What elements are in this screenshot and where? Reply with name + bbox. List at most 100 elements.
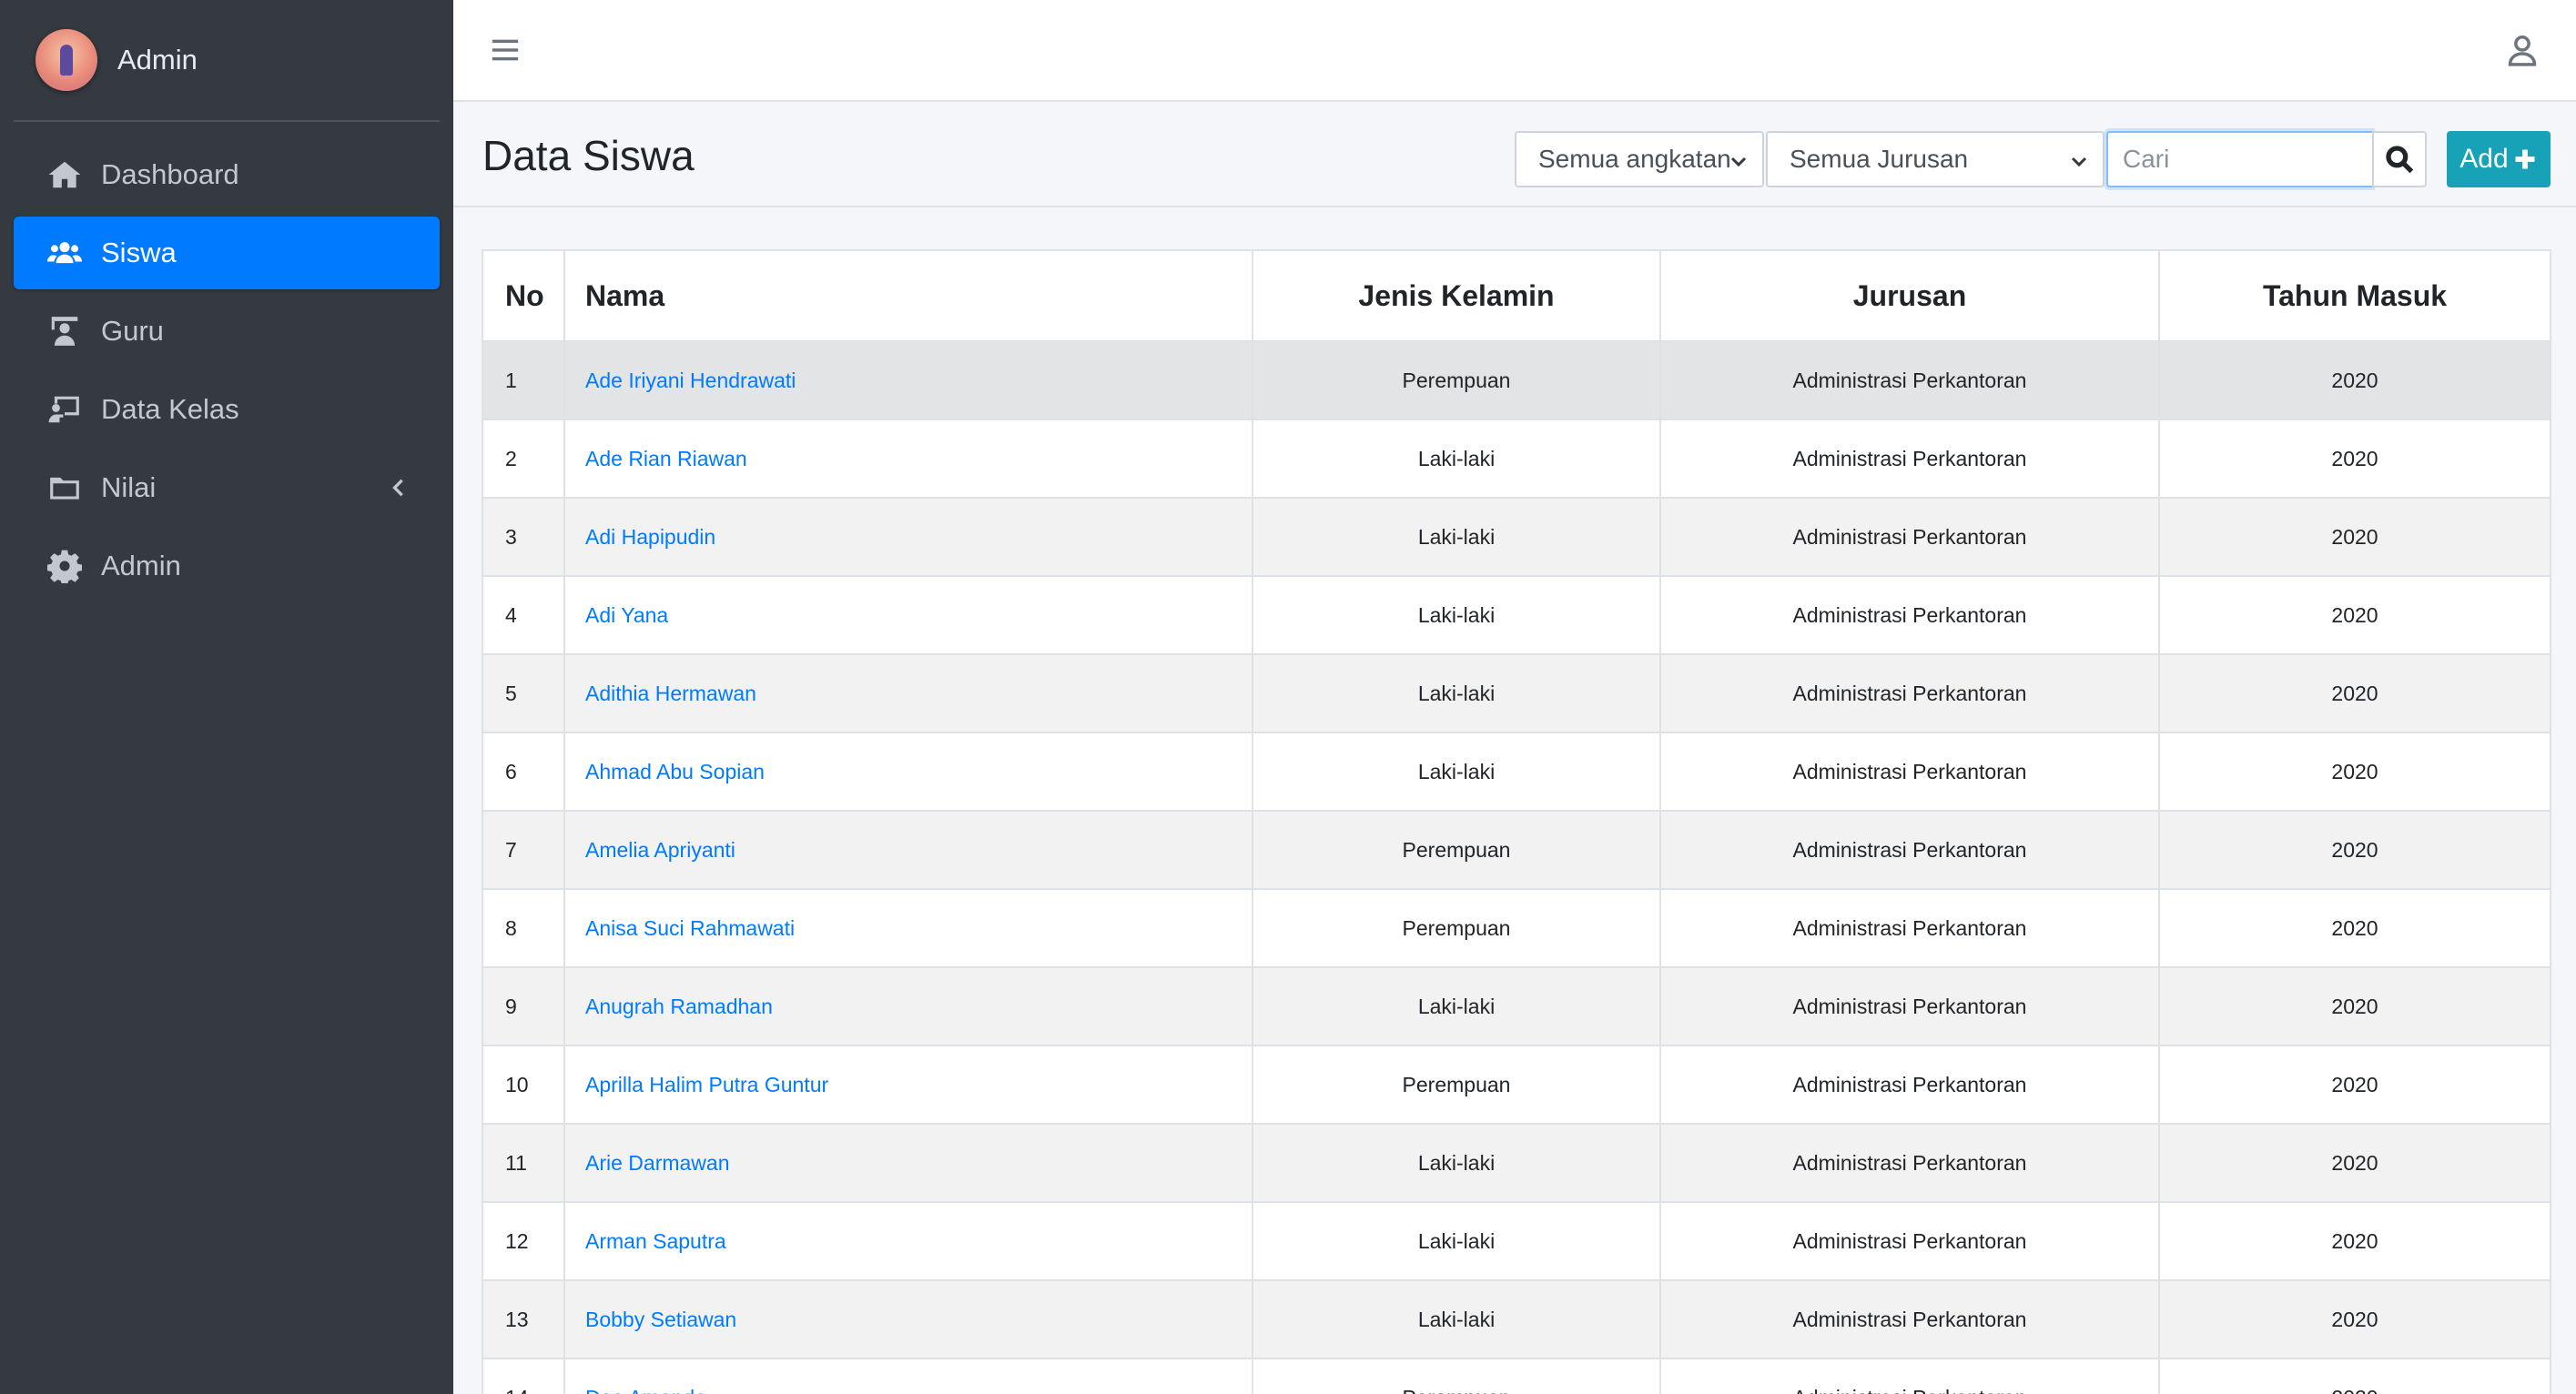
table-row[interactable]: 8 Anisa Suci Rahmawati Perempuan Administra… bbox=[482, 888, 2551, 968]
cell-jenis-kelamin: Laki-laki bbox=[1252, 575, 1661, 655]
cell-nama: Arie Darmawan bbox=[563, 1123, 1253, 1203]
student-name-link[interactable]: Aprilla Halim Putra Guntur bbox=[585, 1073, 828, 1096]
student-name-link[interactable]: Anugrah Ramadhan bbox=[585, 995, 773, 1018]
cell-jenis-kelamin: Laki-laki bbox=[1252, 1201, 1661, 1281]
filter-bar: Semua angkatan Semua Jurusan Add bbox=[1515, 131, 2551, 187]
students-table-container: No Nama Jenis Kelamin Jurusan Tahun Masu… bbox=[482, 249, 2551, 1394]
cell-jenis-kelamin: Perempuan bbox=[1252, 340, 1661, 420]
cell-jurusan: Administrasi Perkantoran bbox=[1659, 575, 2160, 655]
cell-jenis-kelamin: Laki-laki bbox=[1252, 966, 1661, 1046]
column-header-nama[interactable]: Nama bbox=[563, 249, 1253, 342]
student-name-link[interactable]: Anisa Suci Rahmawati bbox=[585, 916, 795, 940]
teacher-icon bbox=[46, 313, 83, 349]
sidebar-item-nilai[interactable]: Nilai bbox=[14, 451, 440, 524]
plus-icon bbox=[2512, 146, 2538, 172]
table-row[interactable]: 7 Amelia Apriyanti Perempuan Administrasi P… bbox=[482, 810, 2551, 890]
cell-jurusan: Administrasi Perkantoran bbox=[1659, 1123, 2160, 1203]
user-icon[interactable] bbox=[2505, 33, 2540, 67]
column-header-jurusan[interactable]: Jurusan bbox=[1659, 249, 2160, 342]
sidebar-item-label: Guru bbox=[101, 315, 164, 347]
cell-tahun-masuk: 2020 bbox=[2158, 888, 2551, 968]
sidebar-item-data-kelas[interactable]: Data Kelas bbox=[14, 373, 440, 446]
brand-name: Admin bbox=[117, 44, 198, 76]
jurusan-select[interactable]: Semua Jurusan bbox=[1766, 131, 2104, 187]
sidebar-item-dashboard[interactable]: Dashboard bbox=[14, 138, 440, 211]
table-row[interactable]: 14 Dea Amanda PerempuanAdministrasi Perkan… bbox=[482, 1358, 2551, 1394]
table-row[interactable]: 4 Adi Yana Laki-laki Administrasi Perkantor… bbox=[482, 575, 2551, 655]
column-header-no[interactable]: No bbox=[482, 249, 565, 342]
sidebar-item-label: Nilai bbox=[101, 471, 157, 503]
cell-no: 10 bbox=[482, 1045, 565, 1125]
cell-nama: Arman Saputra bbox=[563, 1201, 1253, 1281]
sidebar-item-label: Data Kelas bbox=[101, 393, 239, 425]
sidebar-item-admin[interactable]: Admin bbox=[14, 530, 440, 602]
cell-tahun-masuk: 2020 bbox=[2158, 732, 2551, 812]
table-row[interactable]: 6 Ahmad Abu Sopian Laki-laki Administrasi P… bbox=[482, 732, 2551, 812]
student-name-link[interactable]: Adi Yana bbox=[585, 603, 668, 627]
student-name-link[interactable]: Adithia Hermawan bbox=[585, 682, 756, 705]
cell-tahun-masuk: 2020 bbox=[2158, 966, 2551, 1046]
table-row[interactable]: 1 Ade Iriyani Hendrawati Perempuan Administ… bbox=[482, 340, 2551, 420]
cell-jurusan: Administrasi Perkantoran bbox=[1659, 810, 2160, 890]
angkatan-select[interactable]: Semua angkatan bbox=[1515, 131, 1764, 187]
cell-jenis-kelamin: Laki-laki bbox=[1252, 1123, 1661, 1203]
cell-jurusan: Administrasi Perkantoran bbox=[1659, 966, 2160, 1046]
brand[interactable]: Admin bbox=[14, 0, 440, 122]
cell-jenis-kelamin: Perempuan bbox=[1252, 888, 1661, 968]
sidebar-item-guru[interactable]: Guru bbox=[14, 295, 440, 368]
cell-jenis-kelamin: Laki-laki bbox=[1252, 497, 1661, 577]
angkatan-select-value: Semua angkatan bbox=[1538, 145, 1731, 173]
sidebar-item-label: Siswa bbox=[101, 237, 177, 268]
admin-avatar bbox=[35, 29, 97, 91]
students-table: No Nama Jenis Kelamin Jurusan Tahun Masu… bbox=[482, 249, 2551, 1394]
users-icon bbox=[46, 235, 83, 271]
sidebar-item-label: Admin bbox=[101, 550, 181, 581]
cell-tahun-masuk: 2020 bbox=[2158, 1123, 2551, 1203]
student-name-link[interactable]: Adi Hapipudin bbox=[585, 525, 715, 549]
cell-nama: Amelia Apriyanti bbox=[563, 810, 1253, 890]
chevron-left-icon bbox=[385, 475, 411, 500]
column-header-tahun-masuk[interactable]: Tahun Masuk bbox=[2158, 249, 2551, 342]
cell-tahun-masuk: 2020 bbox=[2158, 1358, 2551, 1394]
student-name-link[interactable]: Arie Darmawan bbox=[585, 1151, 730, 1175]
sidebar-item-siswa[interactable]: Siswa bbox=[14, 217, 440, 289]
cell-jenis-kelamin: Laki-laki bbox=[1252, 732, 1661, 812]
search-group bbox=[2106, 131, 2427, 187]
column-header-jenis-kelamin[interactable]: Jenis Kelamin bbox=[1252, 249, 1661, 342]
table-row[interactable]: 9 Anugrah Ramadhan Laki-laki Administrasi P… bbox=[482, 966, 2551, 1046]
search-button[interactable] bbox=[2372, 131, 2427, 187]
student-name-link[interactable]: Ade Rian Riawan bbox=[585, 447, 747, 470]
cell-nama: Ade Iriyani Hendrawati bbox=[563, 340, 1253, 420]
cell-no: 9 bbox=[482, 966, 565, 1046]
sidebar-item-label: Dashboard bbox=[101, 158, 239, 190]
student-name-link[interactable]: Dea Amanda bbox=[585, 1386, 706, 1394]
student-name-link[interactable]: Amelia Apriyanti bbox=[585, 838, 735, 862]
cell-jurusan: Administrasi Perkantoran bbox=[1659, 1045, 2160, 1125]
add-button[interactable]: Add bbox=[2447, 131, 2551, 187]
menu-toggle-icon[interactable] bbox=[490, 35, 521, 66]
table-row[interactable]: 11 Arie Darmawan Laki-laki Administrasi Per… bbox=[482, 1123, 2551, 1203]
cell-jurusan: Administrasi Perkantoran bbox=[1659, 340, 2160, 420]
cell-no: 4 bbox=[482, 575, 565, 655]
cell-jenis-kelamin: Laki-laki bbox=[1252, 653, 1661, 733]
table-row[interactable]: 10 Aprilla Halim Putra Guntur Perempuan Adm… bbox=[482, 1045, 2551, 1125]
cell-nama: Anugrah Ramadhan bbox=[563, 966, 1253, 1046]
chevron-down-icon bbox=[2068, 149, 2090, 171]
student-name-link[interactable]: Arman Saputra bbox=[585, 1229, 726, 1253]
cell-jenis-kelamin: Perempuan bbox=[1252, 1045, 1661, 1125]
cell-tahun-masuk: 2020 bbox=[2158, 653, 2551, 733]
cell-tahun-masuk: 2020 bbox=[2158, 1045, 2551, 1125]
table-row[interactable]: 5 Adithia Hermawan Laki-laki Administrasi P… bbox=[482, 653, 2551, 733]
table-row[interactable]: 12 Arman Saputra Laki-laki Administrasi Per… bbox=[482, 1201, 2551, 1281]
student-name-link[interactable]: Ade Iriyani Hendrawati bbox=[585, 369, 796, 392]
table-row[interactable]: 13 Bobby Setiawan Laki-laki Administrasi Pe… bbox=[482, 1279, 2551, 1359]
cell-jurusan: Administrasi Perkantoran bbox=[1659, 1201, 2160, 1281]
table-row[interactable]: 2 Ade Rian Riawan Laki-laki Administrasi Pe… bbox=[482, 419, 2551, 499]
cell-nama: Ahmad Abu Sopian bbox=[563, 732, 1253, 812]
table-row[interactable]: 3 Adi Hapipudin Laki-laki Administrasi Perk… bbox=[482, 497, 2551, 577]
search-input[interactable] bbox=[2106, 131, 2372, 187]
cell-nama: Adi Yana bbox=[563, 575, 1253, 655]
student-name-link[interactable]: Bobby Setiawan bbox=[585, 1308, 736, 1331]
cell-jurusan: Administrasi Perkantoran bbox=[1659, 419, 2160, 499]
student-name-link[interactable]: Ahmad Abu Sopian bbox=[585, 760, 765, 783]
